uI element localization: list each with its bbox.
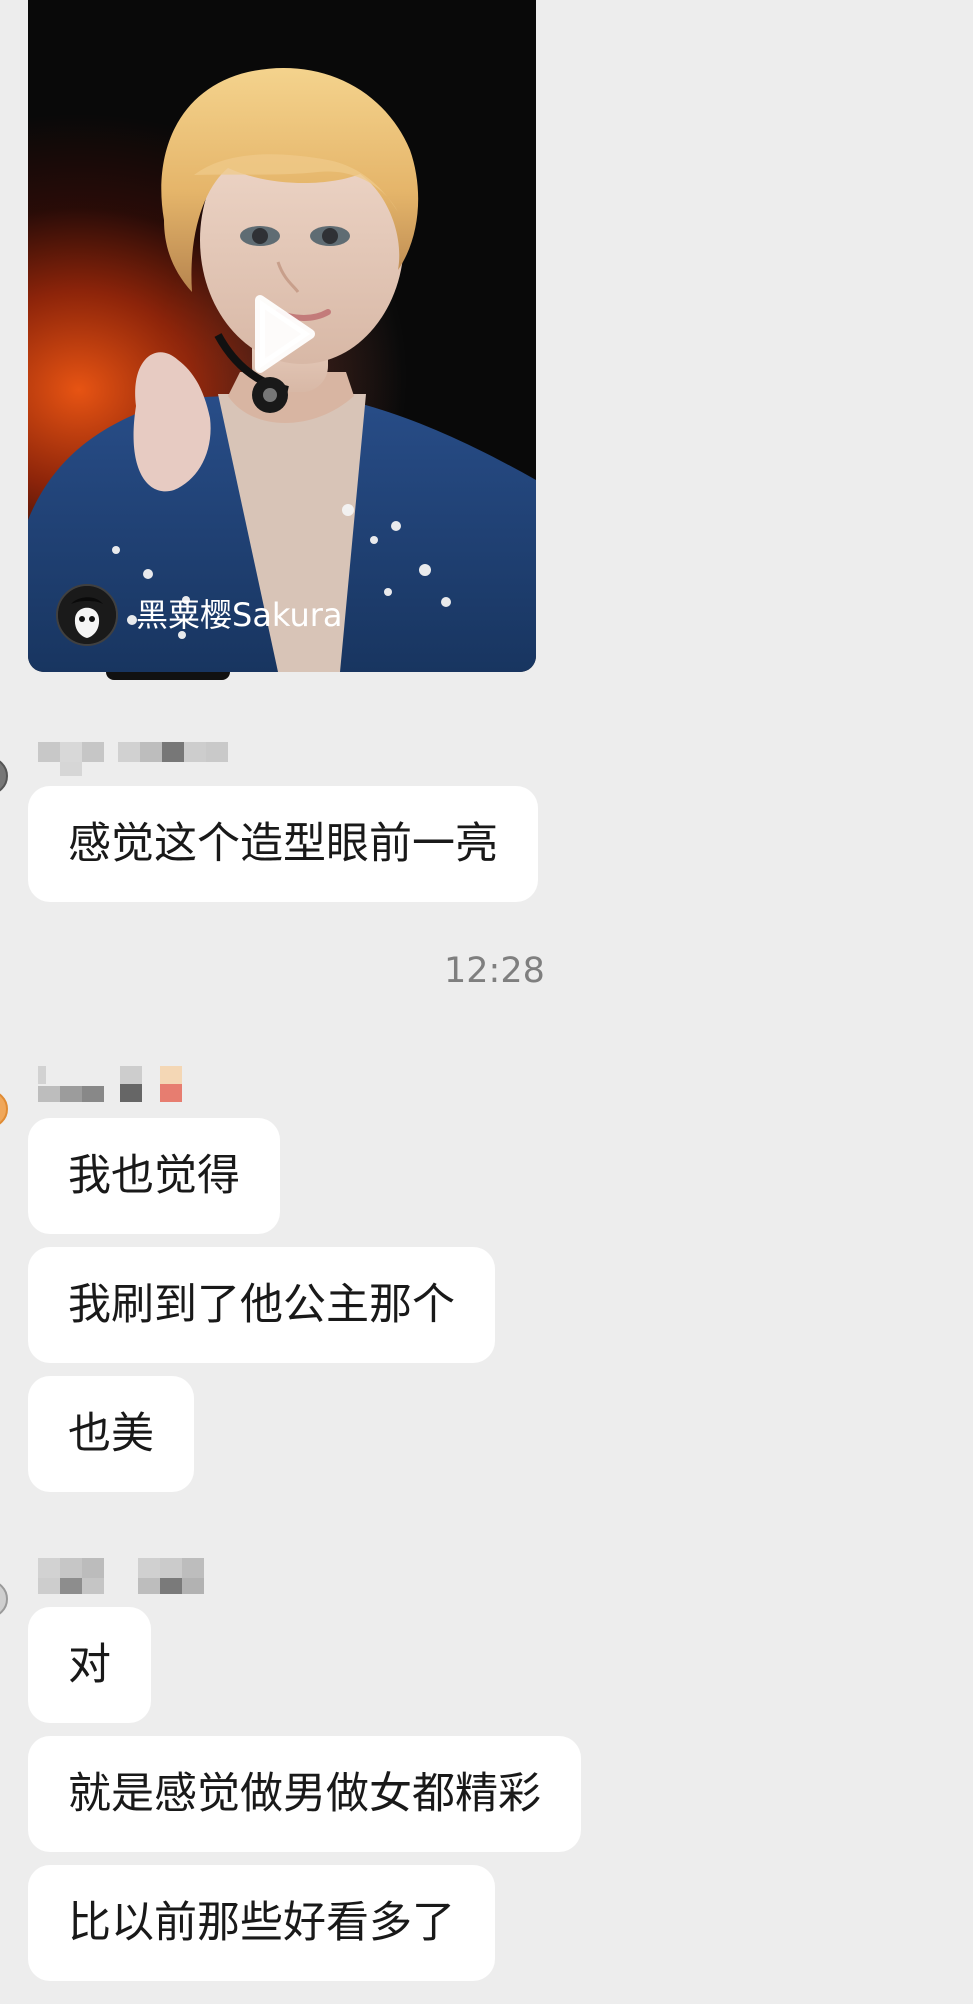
- message-bubble[interactable]: 我刷到了他公主那个: [28, 1247, 495, 1363]
- sender-avatar[interactable]: [0, 757, 8, 795]
- author-avatar-icon: [56, 584, 118, 646]
- message-bubble[interactable]: 比以前那些好看多了: [28, 1865, 495, 1981]
- video-card-shadow: [106, 672, 230, 680]
- message-bubble[interactable]: 也美: [28, 1376, 194, 1492]
- video-author[interactable]: 黑粟樱Sakura: [56, 584, 343, 646]
- message-bubble[interactable]: 就是感觉做男做女都精彩: [28, 1736, 581, 1852]
- shared-video-card[interactable]: 黑粟樱Sakura: [28, 0, 536, 672]
- sender-avatar[interactable]: [0, 1090, 8, 1128]
- sender-avatar[interactable]: [0, 1580, 8, 1618]
- author-name: 黑粟樱Sakura: [136, 596, 343, 634]
- play-icon[interactable]: [248, 294, 318, 374]
- timestamp: 12:28: [444, 951, 545, 991]
- message-bubble[interactable]: 对: [28, 1607, 151, 1723]
- message-bubble[interactable]: 感觉这个造型眼前一亮: [28, 786, 538, 902]
- message-bubble[interactable]: 我也觉得: [28, 1118, 280, 1234]
